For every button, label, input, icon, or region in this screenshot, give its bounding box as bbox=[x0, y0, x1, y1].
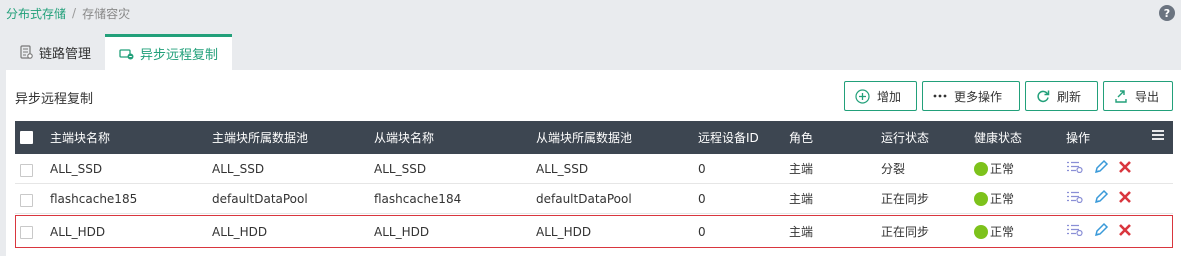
cell-run-state: 正在同步 bbox=[881, 192, 930, 206]
cell-actions bbox=[1066, 216, 1132, 247]
health-label: 正常 bbox=[990, 225, 1015, 239]
row-checkbox[interactable] bbox=[20, 186, 33, 215]
header-secondary-block[interactable]: 从端块名称 bbox=[374, 121, 434, 154]
cell-secondary-pool: ALL_SSD bbox=[536, 161, 589, 176]
add-button[interactable]: 增加 bbox=[844, 81, 917, 111]
table-row[interactable]: flashcache185 defaultDataPool flashcache… bbox=[15, 184, 1173, 214]
refresh-button[interactable]: 刷新 bbox=[1025, 81, 1098, 111]
cell-primary-block: ALL_SSD bbox=[50, 161, 103, 176]
cell-role: 主端 bbox=[789, 225, 814, 239]
cell-role: 主端 bbox=[789, 162, 814, 176]
help-icon[interactable]: ? bbox=[1159, 5, 1175, 21]
cell-primary-block: ALL_HDD bbox=[50, 224, 106, 239]
header-actions: 操作 bbox=[1066, 131, 1091, 145]
cell-run-state: 分裂 bbox=[881, 162, 906, 176]
cell-actions bbox=[1066, 154, 1132, 183]
plus-circle-icon bbox=[855, 88, 870, 104]
delete-x-icon[interactable] bbox=[1118, 190, 1132, 207]
cell-primary-pool: ALL_HDD bbox=[212, 224, 268, 239]
header-health[interactable]: 健康状态 bbox=[974, 121, 1022, 154]
health-ok-icon bbox=[974, 191, 988, 206]
cell-primary-pool: defaultDataPool bbox=[212, 191, 308, 206]
cell-health: 正常 bbox=[974, 216, 1014, 247]
tab-bar: 链路管理 异步远程复制 bbox=[6, 34, 233, 70]
header-role[interactable]: 角色 bbox=[789, 121, 813, 154]
add-label: 增加 bbox=[877, 89, 902, 104]
health-ok-icon bbox=[974, 161, 988, 176]
breadcrumb-current: 存储容灾 bbox=[82, 6, 131, 21]
replication-table: 主端块名称 主端块所属数据池 从端块名称 从端块所属数据池 远程设备ID 角色 … bbox=[15, 121, 1173, 248]
table-header: 主端块名称 主端块所属数据池 从端块名称 从端块所属数据池 远程设备ID 角色 … bbox=[15, 121, 1173, 154]
tab-label: 异步远程复制 bbox=[140, 48, 219, 63]
cell-remote-id: 0 bbox=[698, 191, 706, 206]
breadcrumb-root[interactable]: 分布式存储 bbox=[6, 5, 66, 22]
breadcrumb-separator: / bbox=[72, 6, 77, 20]
link-management-icon bbox=[20, 45, 33, 59]
breadcrumb: 分布式存储 / 存储容灾 bbox=[6, 5, 130, 21]
header-secondary-pool[interactable]: 从端块所属数据池 bbox=[536, 121, 632, 154]
health-ok-icon bbox=[974, 224, 988, 239]
cell-health: 正常 bbox=[974, 154, 1014, 183]
pencil-icon[interactable] bbox=[1093, 189, 1109, 208]
pencil-icon[interactable] bbox=[1093, 222, 1109, 241]
more-actions-label: 更多操作 bbox=[954, 89, 1003, 104]
header-primary-pool[interactable]: 主端块所属数据池 bbox=[212, 121, 308, 154]
cell-secondary-pool: ALL_HDD bbox=[536, 224, 592, 239]
tab-async-replication[interactable]: 异步远程复制 bbox=[105, 34, 233, 70]
cell-role: 主端 bbox=[789, 192, 814, 206]
cell-health: 正常 bbox=[974, 184, 1014, 213]
replication-icon bbox=[119, 48, 134, 60]
health-label: 正常 bbox=[990, 192, 1015, 206]
select-all-checkbox[interactable] bbox=[20, 121, 33, 154]
cell-remote-id: 0 bbox=[698, 224, 706, 239]
tab-link-management[interactable]: 链路管理 bbox=[6, 34, 105, 70]
row-checkbox[interactable] bbox=[20, 156, 33, 185]
pencil-icon[interactable] bbox=[1093, 159, 1109, 178]
export-label: 导出 bbox=[1135, 89, 1160, 104]
header-remote-device-id[interactable]: 远程设备ID bbox=[698, 121, 759, 154]
cell-secondary-pool: defaultDataPool bbox=[536, 191, 632, 206]
cell-secondary-block: ALL_SSD bbox=[374, 161, 427, 176]
more-actions-button[interactable]: 更多操作 bbox=[922, 81, 1020, 111]
column-menu-icon[interactable] bbox=[1152, 129, 1164, 143]
header-run-state[interactable]: 运行状态 bbox=[881, 121, 929, 154]
cell-secondary-block: flashcache184 bbox=[374, 191, 462, 206]
replication-panel: 异步远程复制 增加 更多操作 刷新 导出 主端块名称 主端块所属数据池 从端块名… bbox=[6, 70, 1181, 256]
delete-x-icon[interactable] bbox=[1118, 223, 1132, 240]
cell-primary-block: flashcache185 bbox=[50, 191, 138, 206]
toolbar: 增加 更多操作 刷新 导出 bbox=[844, 81, 1173, 111]
table-row[interactable]: ALL_SSD ALL_SSD ALL_SSD ALL_SSD 0 主端 分裂 … bbox=[15, 154, 1173, 184]
tab-label: 链路管理 bbox=[39, 46, 92, 62]
row-checkbox[interactable] bbox=[20, 217, 33, 248]
detail-list-icon[interactable] bbox=[1066, 161, 1084, 176]
detail-list-icon[interactable] bbox=[1066, 224, 1084, 239]
health-label: 正常 bbox=[990, 162, 1015, 176]
cell-primary-pool: ALL_SSD bbox=[212, 161, 265, 176]
detail-list-icon[interactable] bbox=[1066, 191, 1084, 206]
refresh-icon bbox=[1036, 89, 1050, 103]
table-row-selected[interactable]: ALL_HDD ALL_HDD ALL_HDD ALL_HDD 0 主端 正在同… bbox=[15, 215, 1173, 248]
header-primary-block[interactable]: 主端块名称 bbox=[50, 121, 110, 154]
panel-title: 异步远程复制 bbox=[15, 92, 94, 107]
cell-remote-id: 0 bbox=[698, 161, 706, 176]
cell-actions bbox=[1066, 184, 1132, 213]
cell-secondary-block: ALL_HDD bbox=[374, 224, 430, 239]
export-icon bbox=[1114, 89, 1128, 103]
ellipsis-icon bbox=[933, 94, 947, 98]
export-button[interactable]: 导出 bbox=[1103, 81, 1173, 111]
delete-x-icon[interactable] bbox=[1118, 160, 1132, 177]
refresh-label: 刷新 bbox=[1057, 89, 1082, 104]
cell-run-state: 正在同步 bbox=[881, 225, 930, 239]
